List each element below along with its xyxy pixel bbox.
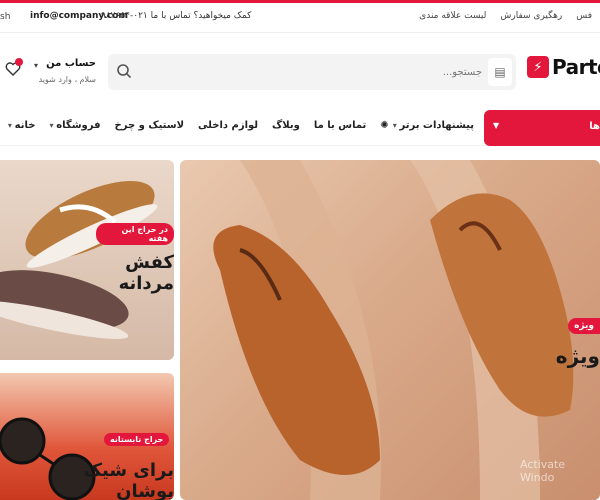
search-input[interactable] (138, 62, 482, 82)
search-category-icon[interactable]: ▤ (488, 58, 512, 86)
wishlist-link[interactable]: لیست علاقه مندی (419, 11, 486, 21)
nav-items: خانه فروشگاه لاستیک و چرخ لوازم داخلی وب… (8, 120, 474, 131)
badge-star-icon: ✺ (380, 120, 389, 131)
nav-item-interior[interactable]: لوازم داخلی (198, 120, 258, 131)
hero-shoes-image (213, 160, 574, 500)
categories-label: ها (589, 121, 600, 132)
banner-title: کفش مردانه (118, 252, 174, 294)
top-bar: sh info@company.com کمک میخواهید؟ تماس ب… (0, 3, 600, 33)
account-subtitle: سلام ، وارد شوید (38, 75, 96, 84)
help-text: کمک میخواهید؟ تماس با ما (150, 11, 252, 21)
chevron-down-icon[interactable]: ▾ (34, 61, 38, 70)
hero-slider[interactable] (180, 160, 600, 500)
sunglasses-banner[interactable]: حراج تابستانه برای شیک پوشان (0, 373, 174, 500)
top-link-edge[interactable]: فس (576, 11, 592, 21)
hero-title: ویژه (555, 344, 600, 368)
nav-item-contact[interactable]: تماس با ما (314, 120, 366, 131)
top-links: فس رهگیری سفارش لیست علاقه مندی (419, 11, 592, 21)
hero-badge: ویژه (568, 318, 600, 334)
site-logo[interactable]: ⚡ Parto (527, 55, 600, 79)
wishlist-heart-icon[interactable] (4, 58, 23, 78)
nav-item-blog[interactable]: وبلاگ (272, 120, 300, 131)
nav-item-top-offers[interactable]: ✺ پیشنهادات برتر (380, 120, 474, 131)
help-contact: کمک میخواهید؟ تماس با ما ۰۲۱-۹۸۷۶۵۴ (101, 11, 251, 21)
account-title: حساب من (46, 58, 96, 69)
nav-item-home[interactable]: خانه (8, 120, 36, 131)
banner-title: برای شیک پوشان (83, 460, 174, 500)
contact-phone[interactable]: ۰۲۱-۹۸۷۶۵۴ (101, 11, 148, 21)
nav-item-tires[interactable]: لاستیک و چرخ (115, 120, 185, 131)
chevron-down-icon: ▼ (493, 121, 500, 130)
account-menu[interactable]: حساب من سلام ، وارد شوید (34, 58, 96, 84)
banner-badge: در حراج این هفته (96, 223, 174, 245)
nav-item-top-offers-label: پیشنهادات برتر (393, 120, 475, 131)
track-order-link[interactable]: رهگیری سفارش (500, 11, 562, 21)
wishlist-count-badge (15, 58, 23, 66)
categories-button[interactable]: ▼ ها (484, 110, 600, 146)
main-nav: ▼ ها خانه فروشگاه لاستیک و چرخ لوازم داخ… (0, 110, 600, 146)
banner-badge: حراج تابستانه (104, 433, 170, 446)
logo-text: Parto (552, 55, 600, 79)
search-icon[interactable] (116, 63, 132, 79)
nav-item-shop[interactable]: فروشگاه (49, 120, 100, 131)
activation-watermark: Activate Windo (520, 458, 566, 484)
language-switcher[interactable]: sh (0, 12, 10, 22)
search-bar: ▤ (108, 54, 516, 90)
logo-mark-icon: ⚡ (527, 56, 549, 78)
mens-shoes-banner[interactable]: در حراج این هفته کفش مردانه (0, 160, 174, 360)
